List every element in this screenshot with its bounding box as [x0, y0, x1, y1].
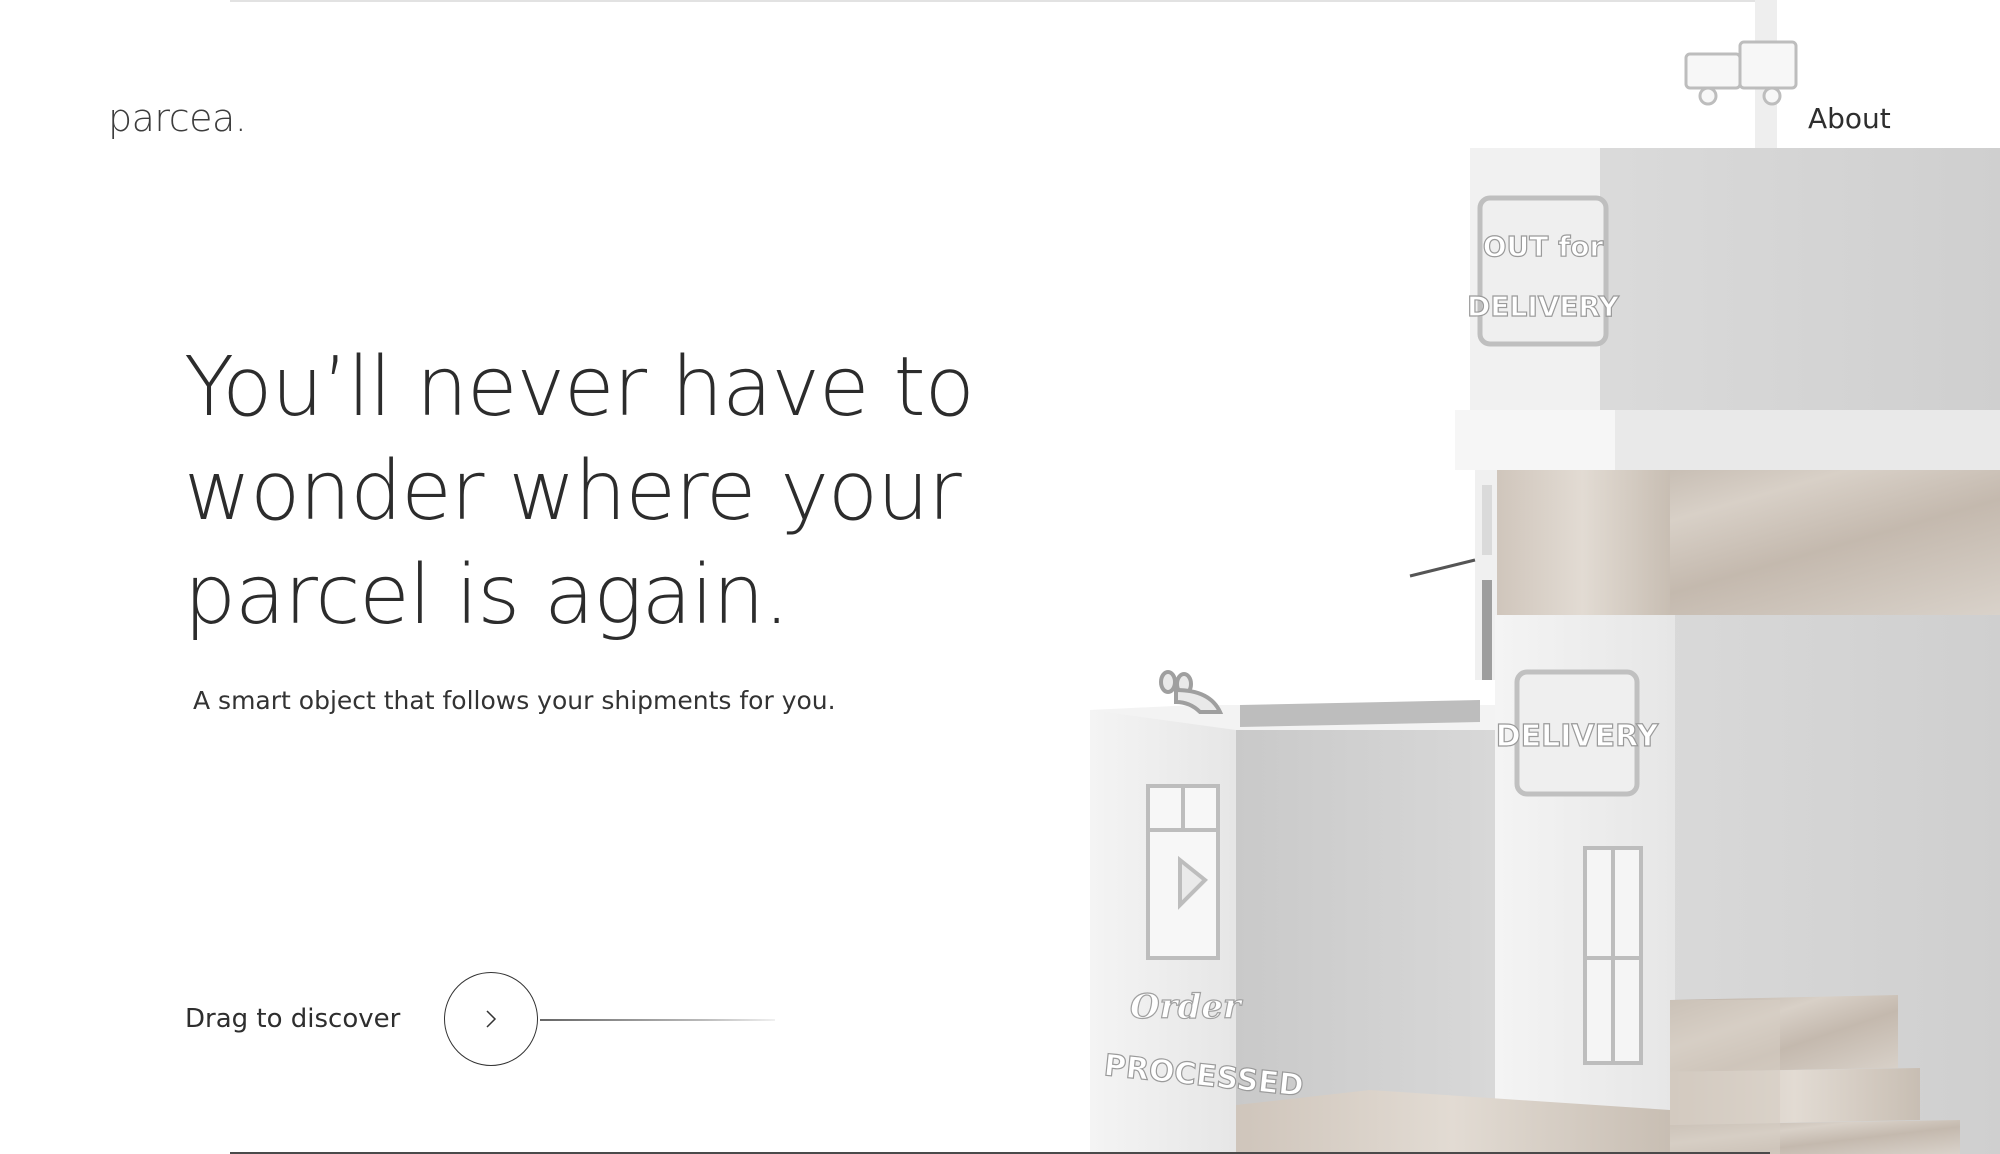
sign-out-for-delivery: OUT for DELIVERY	[1467, 195, 1620, 347]
sign-delivery: DELIVERY	[1495, 669, 1660, 797]
drag-handle-button[interactable]	[444, 972, 538, 1066]
hero-title-line: You’ll never have to	[184, 340, 975, 435]
hero-title-line: wonder where your	[184, 444, 962, 539]
drag-label: Drag to discover	[185, 1004, 401, 1034]
hero-subtitle: A smart object that follows your shipmen…	[193, 686, 836, 715]
drag-track[interactable]	[540, 1019, 775, 1021]
door	[1583, 846, 1643, 1065]
parcel-building-illustration: OUT for DELIVERY DELIVERY Order PROCESSE…	[1090, 0, 2000, 1154]
chevron-right-icon	[486, 1010, 497, 1028]
nav-about-link[interactable]: About	[1808, 102, 1891, 135]
window	[1146, 784, 1220, 960]
svg-text:Order: Order	[1130, 987, 1243, 1027]
hero-title-line: parcel is again.	[184, 548, 790, 643]
hero-title: You’ll never have to wonder where your p…	[184, 336, 1064, 648]
svg-text:DELIVERY: DELIVERY	[1496, 719, 1660, 754]
svg-text:DELIVERY: DELIVERY	[1467, 290, 1619, 323]
truck-icon	[1684, 40, 1798, 106]
svg-text:OUT for: OUT for	[1483, 230, 1604, 263]
brand-logo[interactable]: parcea.	[108, 96, 247, 140]
